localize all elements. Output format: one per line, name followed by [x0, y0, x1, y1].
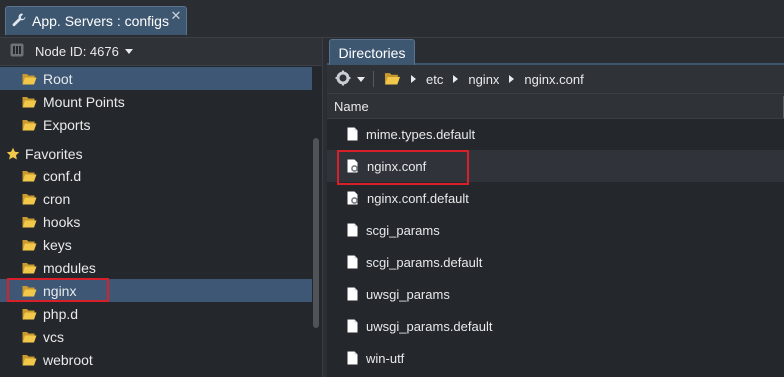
- node-selector[interactable]: Node ID: 4676: [0, 38, 322, 66]
- highlight-box-nginx-folder: [7, 278, 109, 302]
- left-scrollbar[interactable]: [313, 138, 319, 328]
- tree-item-mount-points[interactable]: Mount Points: [0, 90, 312, 113]
- file-row[interactable]: nginx.conf.default: [327, 182, 784, 214]
- breadcrumb-nginx[interactable]: nginx: [468, 72, 499, 87]
- favorite-item[interactable]: cron: [0, 187, 312, 210]
- folder-open-icon: [22, 95, 37, 108]
- chevron-down-icon[interactable]: [357, 76, 365, 82]
- file-icon: [347, 223, 358, 237]
- chevron-right-icon: [411, 75, 416, 83]
- gear-icon[interactable]: [335, 70, 351, 89]
- file-icon: [347, 287, 358, 301]
- file-row[interactable]: uwsgi_params.default: [327, 310, 784, 342]
- tree-item-label: Exports: [43, 116, 91, 133]
- folder-open-icon[interactable]: [384, 71, 401, 88]
- file-name: scgi_params: [366, 222, 440, 238]
- favorite-item[interactable]: conf.d: [0, 164, 312, 187]
- folder-open-icon: [22, 72, 37, 85]
- left-panel: Node ID: 4676 Root Mount Points Exports …: [0, 38, 323, 377]
- favorite-label: php.d: [43, 305, 79, 322]
- directories-tabbar: Directories: [327, 38, 784, 65]
- file-icon: [347, 127, 358, 141]
- star-icon: [6, 147, 20, 161]
- tree-item-exports[interactable]: Exports: [0, 113, 312, 136]
- folder-open-icon: [22, 215, 37, 228]
- right-panel: Directories etc nginx nginx.conf Name mi…: [327, 38, 784, 377]
- tab-title: App. Servers : configs: [32, 13, 169, 29]
- favorite-label: vcs: [43, 328, 64, 345]
- config-file-icon: [347, 191, 359, 205]
- folder-open-icon: [22, 169, 37, 182]
- folder-open-icon: [22, 353, 37, 366]
- highlight-box-nginx-conf: [337, 150, 469, 185]
- favorite-item[interactable]: vcs: [0, 325, 312, 348]
- file-icon: [347, 319, 358, 333]
- tab-directories[interactable]: Directories: [329, 39, 415, 65]
- favorite-label: webroot: [43, 351, 93, 368]
- column-header-label: Name: [334, 98, 369, 114]
- favorite-label: keys: [43, 236, 72, 253]
- close-icon[interactable]: ✕: [170, 9, 182, 22]
- file-name: uwsgi_params.default: [366, 318, 493, 334]
- file-name: mime.types.default: [366, 126, 476, 142]
- favorite-label: hooks: [43, 213, 81, 230]
- favorites-section[interactable]: Favorites: [0, 142, 312, 165]
- favorite-label: cron: [43, 190, 71, 207]
- chevron-right-icon: [453, 75, 459, 83]
- folder-open-icon: [22, 261, 37, 274]
- file-name: win-utf: [366, 350, 405, 366]
- chevron-down-icon[interactable]: [124, 49, 133, 54]
- file-icon: [347, 255, 358, 269]
- folder-open-icon: [22, 118, 37, 131]
- directories-toolbar: etc nginx nginx.conf: [327, 65, 784, 94]
- file-name: scgi_params.default: [366, 254, 483, 270]
- breadcrumb-nginx-conf[interactable]: nginx.conf: [524, 72, 583, 87]
- favorite-label: modules: [43, 259, 96, 276]
- folder-open-icon: [22, 192, 37, 205]
- file-row[interactable]: mime.types.default: [327, 118, 784, 150]
- file-icon: [347, 351, 358, 365]
- tree-item-root[interactable]: Root: [0, 67, 312, 90]
- folder-open-icon: [22, 330, 37, 343]
- favorite-item[interactable]: modules: [0, 256, 312, 279]
- toolbar-separator: [373, 71, 374, 87]
- favorite-label: conf.d: [43, 167, 82, 184]
- favorite-item[interactable]: php.d: [0, 302, 312, 325]
- tree-item-label: Mount Points: [43, 93, 125, 110]
- wrench-icon: [11, 12, 27, 31]
- file-name: uwsgi_params: [366, 286, 450, 302]
- tree-item-label: Root: [43, 70, 73, 87]
- breadcrumb-etc[interactable]: etc: [426, 72, 443, 87]
- column-header-name[interactable]: Name: [327, 94, 784, 119]
- node-label: Node ID: 4676: [35, 44, 119, 59]
- window-tabstrip: App. Servers : configs ✕: [0, 0, 784, 38]
- node-icon: [10, 43, 24, 60]
- tab-app-servers-configs[interactable]: App. Servers : configs ✕: [5, 6, 187, 35]
- favorites-title: Favorites: [25, 145, 83, 162]
- file-row[interactable]: win-utf: [327, 342, 784, 374]
- favorite-item[interactable]: hooks: [0, 210, 312, 233]
- favorite-item[interactable]: webroot: [0, 348, 312, 371]
- file-row[interactable]: uwsgi_params: [327, 278, 784, 310]
- folder-open-icon: [22, 307, 37, 320]
- folder-open-icon: [22, 238, 37, 251]
- chevron-right-icon: [509, 75, 515, 83]
- file-row[interactable]: scgi_params.default: [327, 246, 784, 278]
- favorite-item[interactable]: keys: [0, 233, 312, 256]
- file-name: nginx.conf.default: [367, 190, 469, 206]
- file-row[interactable]: scgi_params: [327, 214, 784, 246]
